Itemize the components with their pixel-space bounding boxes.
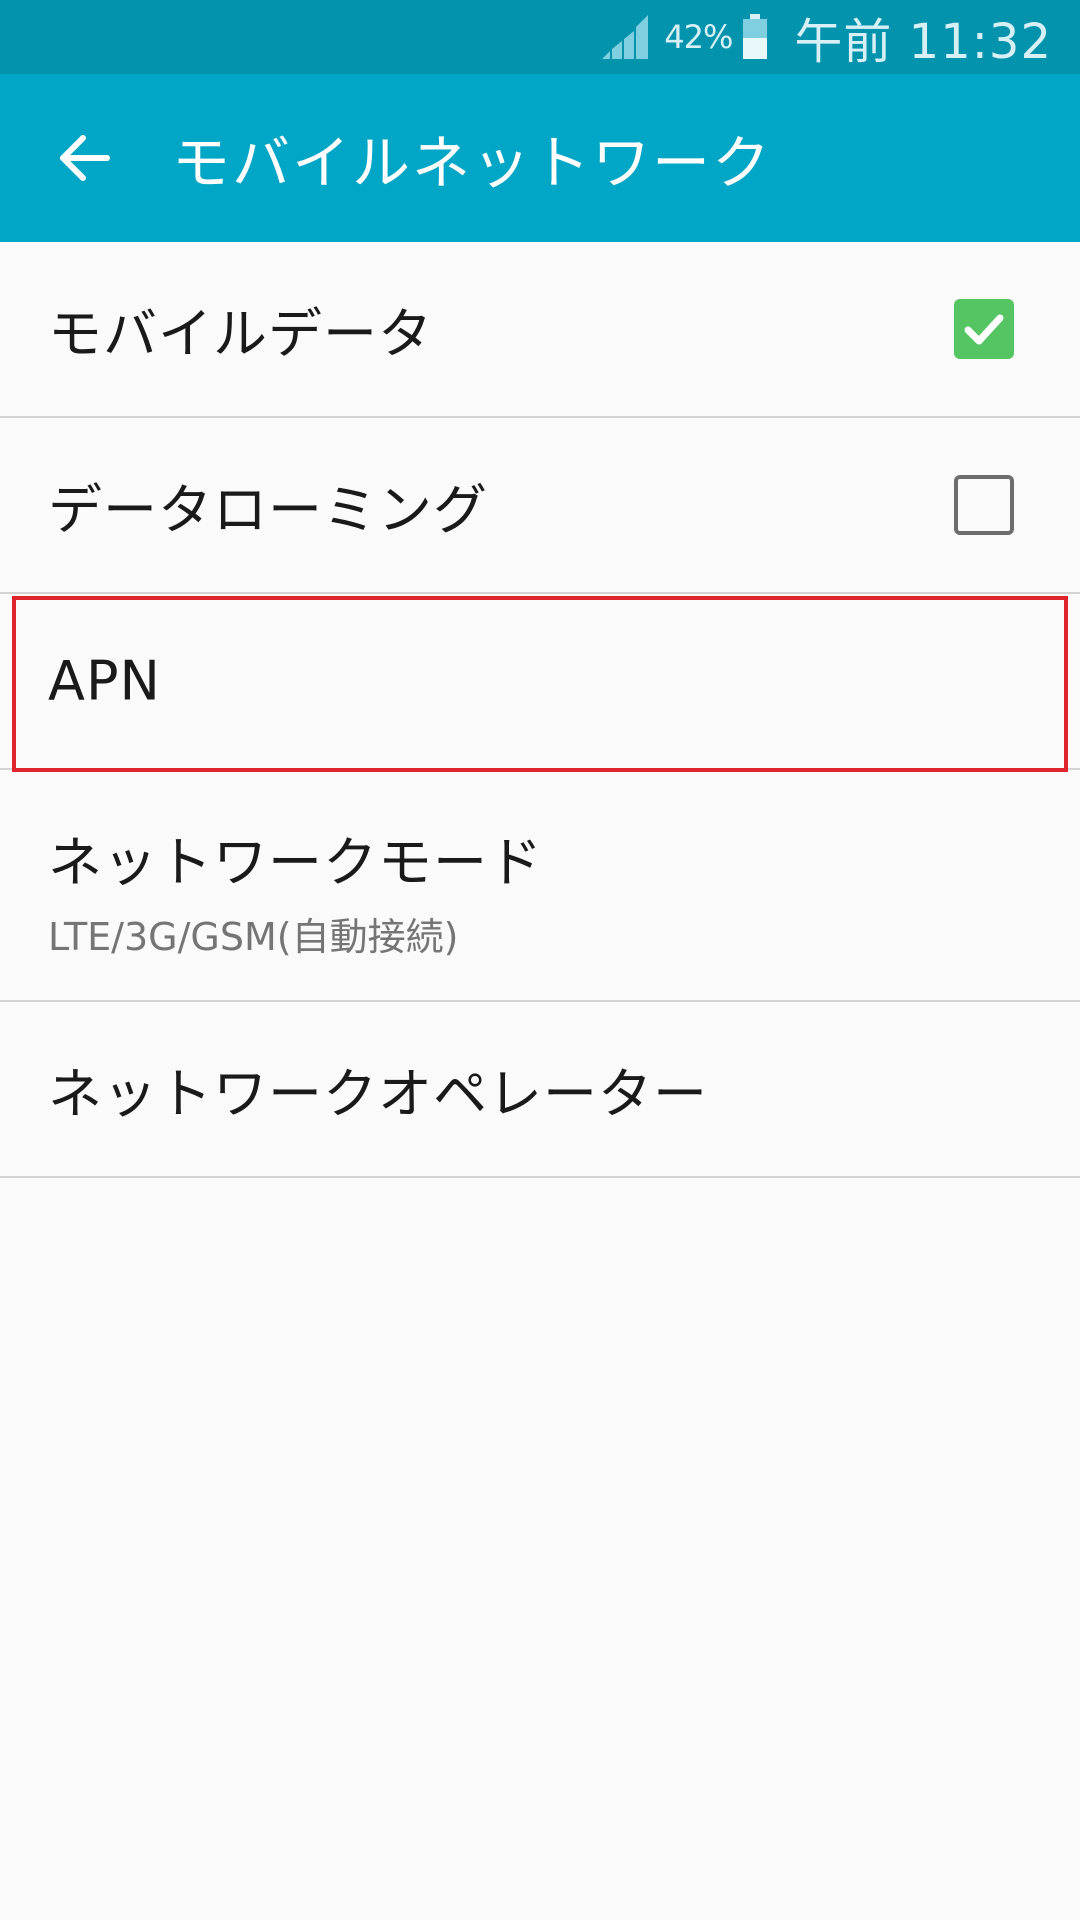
settings-list: モバイルデータ データローミング APN ネットワークモード LTE/3G/GS… — [0, 242, 1080, 1178]
mobile-data-row[interactable]: モバイルデータ — [0, 242, 1080, 418]
mobile-data-checkbox[interactable] — [954, 299, 1014, 359]
battery-percent: 42% — [664, 18, 733, 56]
back-arrow-icon — [60, 135, 110, 181]
signal-icon — [602, 15, 649, 59]
data-roaming-checkbox[interactable] — [954, 475, 1014, 535]
apn-label: APN — [48, 649, 161, 713]
network-operator-label: ネットワークオペレーター — [48, 1062, 708, 1126]
back-button[interactable] — [30, 103, 140, 213]
apn-row[interactable]: APN — [0, 594, 1080, 772]
app-bar: モバイルネットワーク — [0, 74, 1080, 242]
network-mode-summary: LTE/3G/GSM(自動接続) — [48, 915, 459, 959]
mobile-data-label: モバイルデータ — [48, 302, 433, 366]
page-title: モバイルネットワーク — [172, 129, 773, 197]
battery-icon — [743, 14, 768, 59]
data-roaming-row[interactable]: データローミング — [0, 418, 1080, 594]
network-mode-row[interactable]: ネットワークモード LTE/3G/GSM(自動接続) — [0, 770, 1080, 1002]
status-bar: 42% 午前 11:32 — [0, 0, 1080, 74]
checkmark-icon — [964, 314, 1004, 345]
apn-highlight-box — [12, 596, 1068, 772]
network-operator-row[interactable]: ネットワークオペレーター — [0, 1002, 1080, 1178]
clock: 午前 11:32 — [794, 14, 1052, 70]
network-mode-label: ネットワークモード — [48, 831, 543, 894]
data-roaming-label: データローミング — [48, 478, 488, 542]
